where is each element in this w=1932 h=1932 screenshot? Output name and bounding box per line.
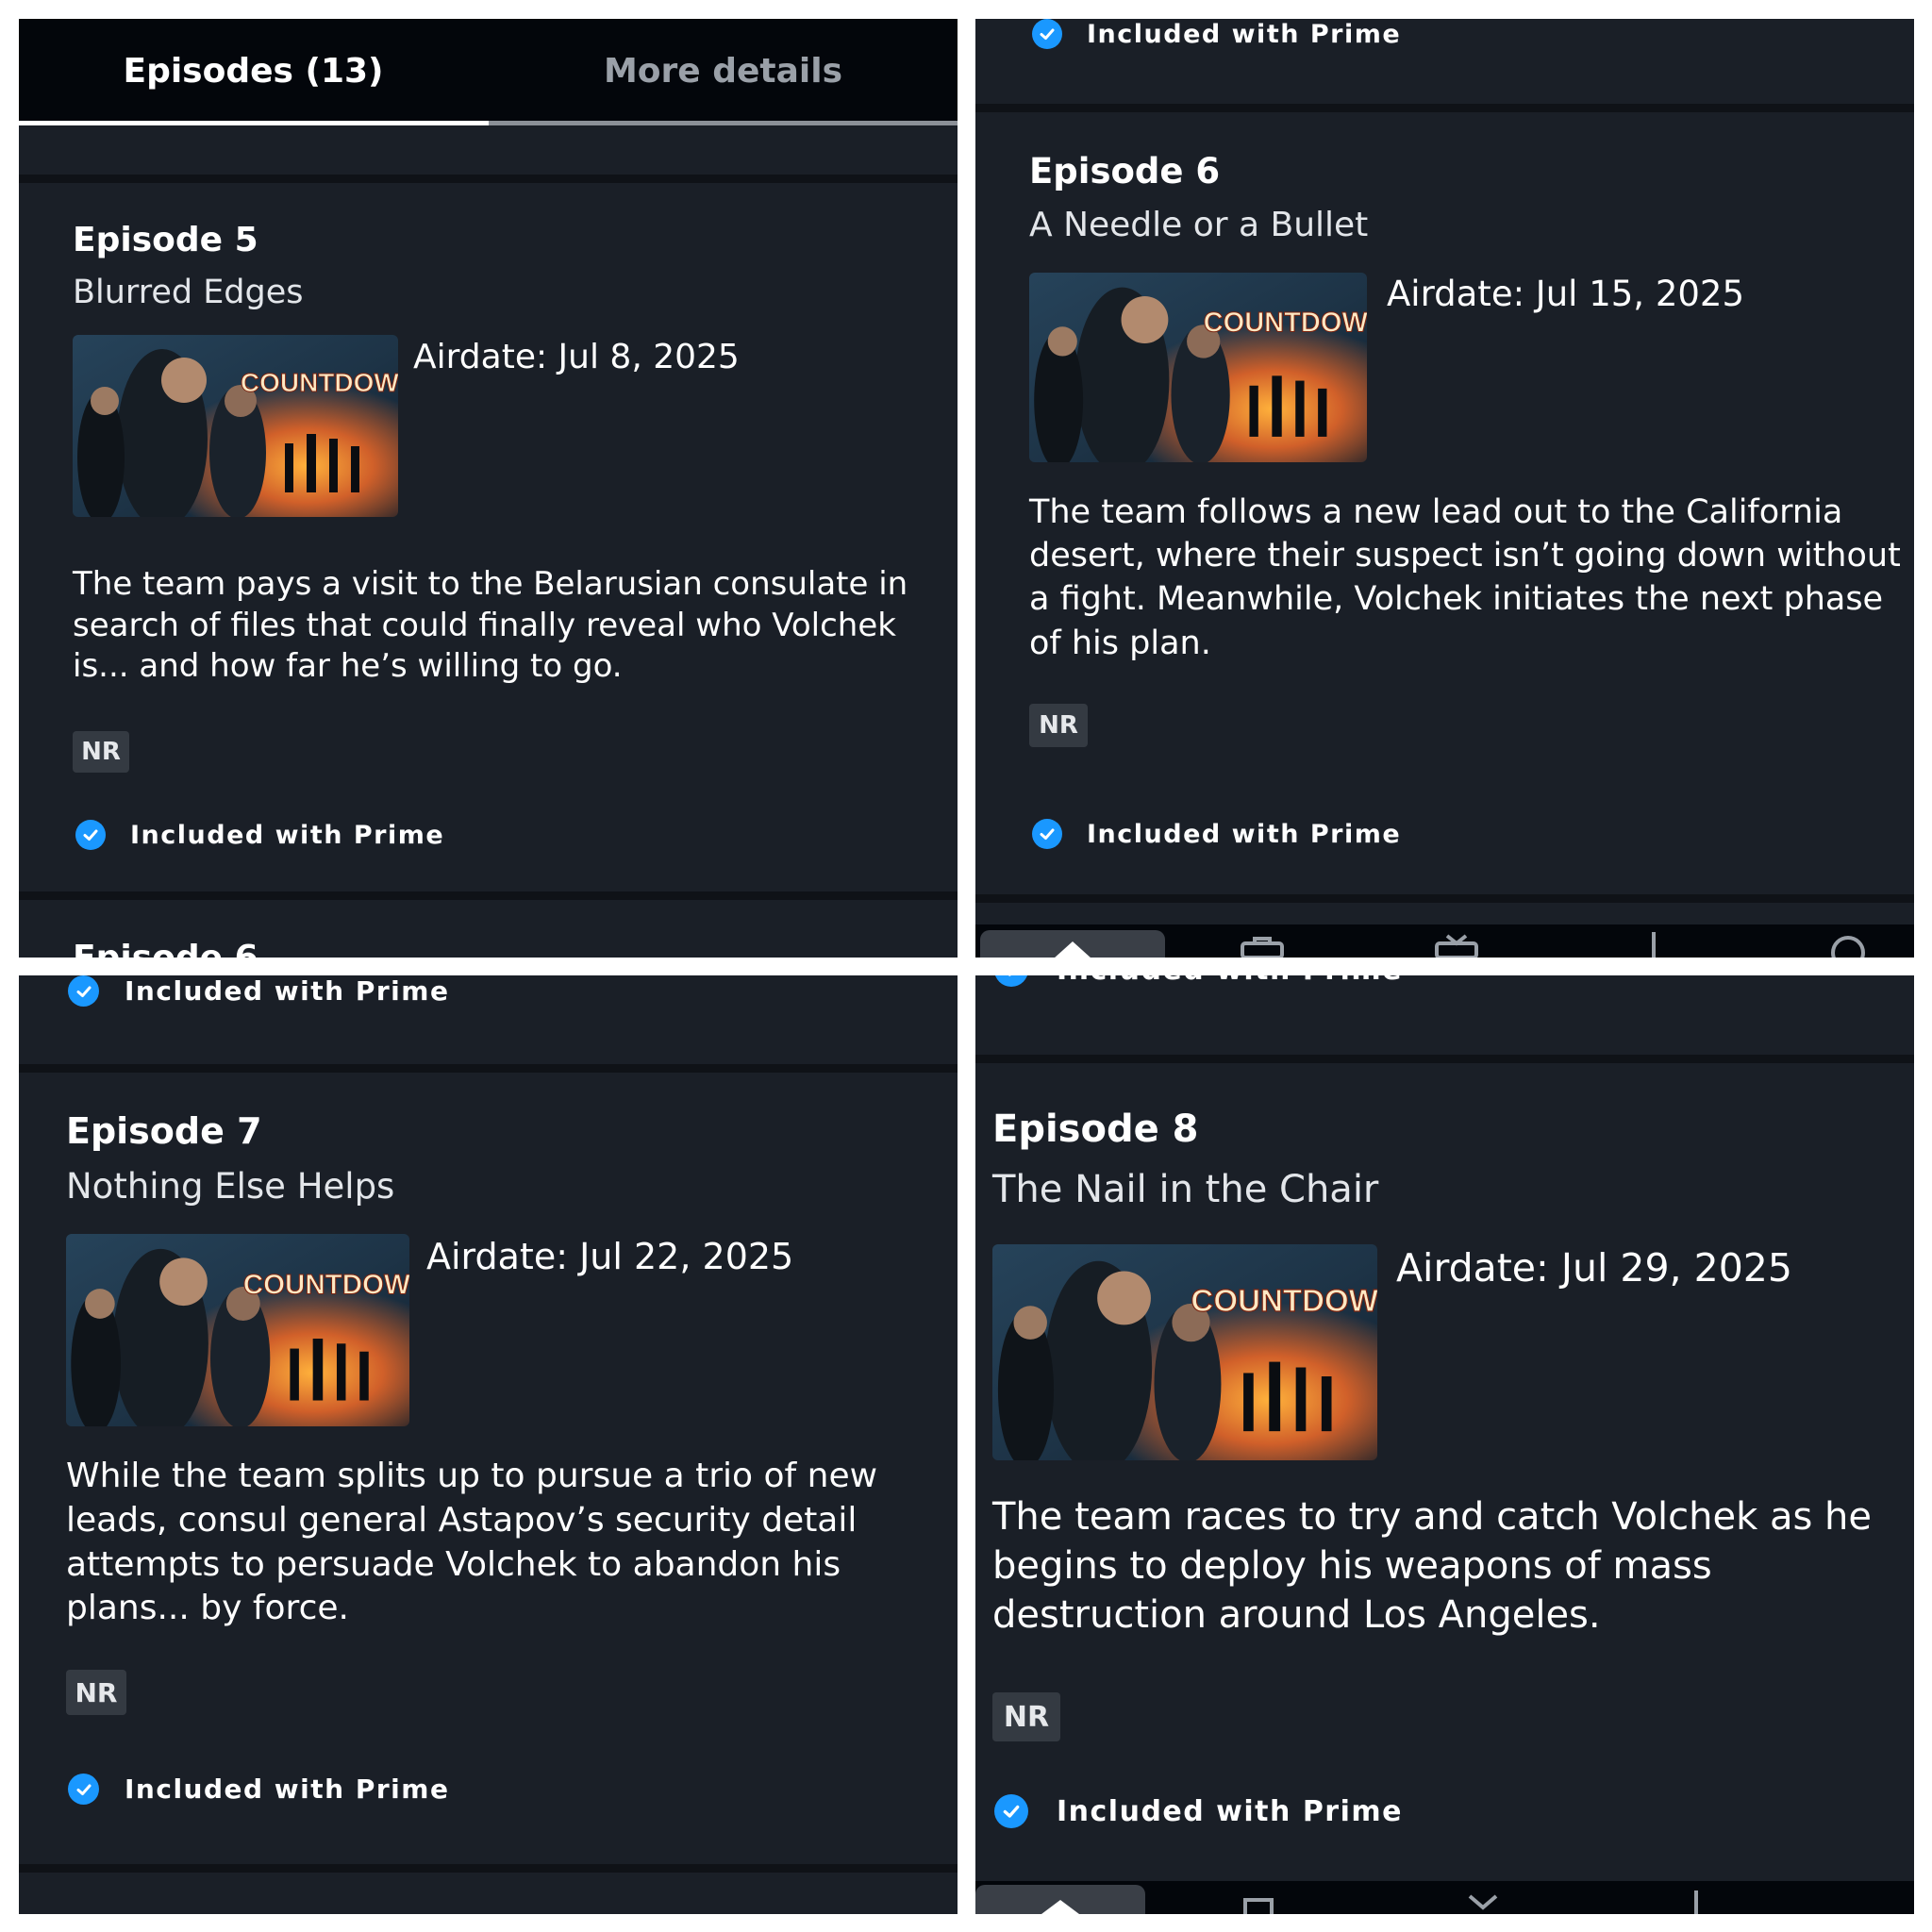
prime-status: Included with Prime bbox=[994, 1794, 1403, 1828]
episode-description: The team races to try and catch Volchek … bbox=[992, 1495, 1873, 1637]
divider bbox=[19, 175, 958, 183]
episode-airdate: Airdate: Jul 29, 2025 bbox=[1396, 1245, 1792, 1291]
store-icon[interactable] bbox=[1240, 1894, 1277, 1914]
prime-status-label: Included with Prime bbox=[1087, 19, 1402, 49]
panel-episode-6: Included with Prime Episode 6 A Needle o… bbox=[975, 19, 1914, 958]
tab-episodes[interactable]: Episodes (13) bbox=[19, 19, 488, 123]
episode-thumbnail[interactable]: COUNTDOWN bbox=[66, 1234, 409, 1426]
poster-title: COUNTDOWN bbox=[241, 368, 398, 397]
home-icon bbox=[1055, 941, 1091, 958]
prime-status-label: Included with Prime bbox=[1057, 1794, 1403, 1828]
episode-thumbnail[interactable]: COUNTDOWN bbox=[73, 335, 398, 517]
episode-description: The team follows a new lead out to the C… bbox=[1029, 493, 1901, 662]
search-icon[interactable] bbox=[1829, 932, 1873, 958]
divider bbox=[19, 891, 958, 900]
prime-status: Included with Prime bbox=[1032, 19, 1401, 49]
episode-airdate: Airdate: Jul 22, 2025 bbox=[426, 1236, 794, 1277]
episode-title: A Needle or a Bullet bbox=[1029, 206, 1369, 244]
live-tv-icon[interactable] bbox=[1434, 934, 1479, 958]
divider bbox=[975, 894, 1914, 903]
downloads-icon[interactable] bbox=[1650, 932, 1657, 958]
prime-status: Included with Prime bbox=[68, 975, 449, 1007]
episode-description: While the team splits up to pursue a tri… bbox=[66, 1457, 878, 1628]
check-circle-icon bbox=[68, 1774, 99, 1805]
downloads-icon[interactable] bbox=[1692, 1890, 1700, 1914]
check-circle-icon bbox=[994, 1794, 1028, 1828]
episode-title: Blurred Edges bbox=[73, 274, 304, 311]
prime-status-label: Included with Prime bbox=[1057, 975, 1403, 987]
episode-description: The team pays a visit to the Belarusian … bbox=[73, 565, 908, 686]
prime-status: Included with Prime bbox=[75, 820, 444, 850]
episode-airdate: Airdate: Jul 15, 2025 bbox=[1387, 274, 1744, 314]
divider bbox=[975, 104, 1914, 112]
next-episode-peek: Episode 6 bbox=[73, 939, 258, 958]
prime-status-label: Included with Prime bbox=[125, 1774, 450, 1805]
prime-status-label: Included with Prime bbox=[1087, 819, 1402, 849]
episode-thumbnail[interactable]: COUNTDOWN bbox=[1029, 273, 1367, 462]
nav-home[interactable] bbox=[980, 930, 1165, 958]
episode-airdate: Airdate: Jul 8, 2025 bbox=[413, 338, 740, 376]
check-circle-icon bbox=[994, 975, 1028, 987]
tab-more-details[interactable]: More details bbox=[489, 19, 958, 123]
prime-status: Included with Prime bbox=[68, 1774, 449, 1805]
panel-episode-7: Included with Prime Episode 7 Nothing El… bbox=[19, 975, 958, 1914]
poster-title: COUNTDOWN bbox=[243, 1269, 409, 1300]
episode-thumbnail[interactable]: COUNTDOWN bbox=[992, 1244, 1377, 1460]
poster-title: COUNTDOWN bbox=[1204, 308, 1367, 338]
prime-status-label: Included with Prime bbox=[125, 975, 450, 1007]
live-tv-icon[interactable] bbox=[1466, 1894, 1500, 1914]
rating-badge: NR bbox=[66, 1670, 126, 1715]
prime-status: Included with Prime bbox=[994, 975, 1403, 987]
check-circle-icon bbox=[1032, 19, 1062, 49]
bottom-nav bbox=[975, 924, 1914, 958]
episode-number: Episode 8 bbox=[992, 1108, 1199, 1151]
rating-badge: NR bbox=[992, 1692, 1060, 1741]
episode-number: Episode 7 bbox=[66, 1110, 262, 1152]
nav-home[interactable] bbox=[975, 1885, 1145, 1914]
store-icon[interactable] bbox=[1240, 936, 1285, 958]
divider bbox=[975, 1055, 1914, 1063]
divider bbox=[19, 1064, 958, 1073]
panel-episode-8: Included with Prime Episode 8 The Nail i… bbox=[975, 975, 1914, 1914]
episode-title: The Nail in the Chair bbox=[992, 1168, 1379, 1211]
bottom-nav bbox=[975, 1881, 1914, 1914]
tab-divider bbox=[489, 121, 958, 125]
episode-number: Episode 6 bbox=[1029, 151, 1221, 192]
poster-title: COUNTDOWN bbox=[1191, 1284, 1377, 1319]
tab-bar: Episodes (13) More details bbox=[19, 19, 958, 125]
rating-badge: NR bbox=[1029, 704, 1088, 747]
panel-episode-5: Episodes (13) More details Episode 5 Blu… bbox=[19, 19, 958, 958]
check-circle-icon bbox=[75, 820, 106, 850]
episode-number: Episode 5 bbox=[73, 221, 258, 259]
check-circle-icon bbox=[68, 975, 99, 1007]
active-tab-indicator bbox=[19, 121, 489, 125]
divider bbox=[19, 1864, 958, 1873]
home-icon bbox=[1041, 1900, 1079, 1914]
prime-status-label: Included with Prime bbox=[130, 820, 445, 850]
episode-title: Nothing Else Helps bbox=[66, 1166, 395, 1207]
prime-status: Included with Prime bbox=[1032, 819, 1401, 849]
check-circle-icon bbox=[1032, 819, 1062, 849]
rating-badge: NR bbox=[73, 731, 129, 773]
